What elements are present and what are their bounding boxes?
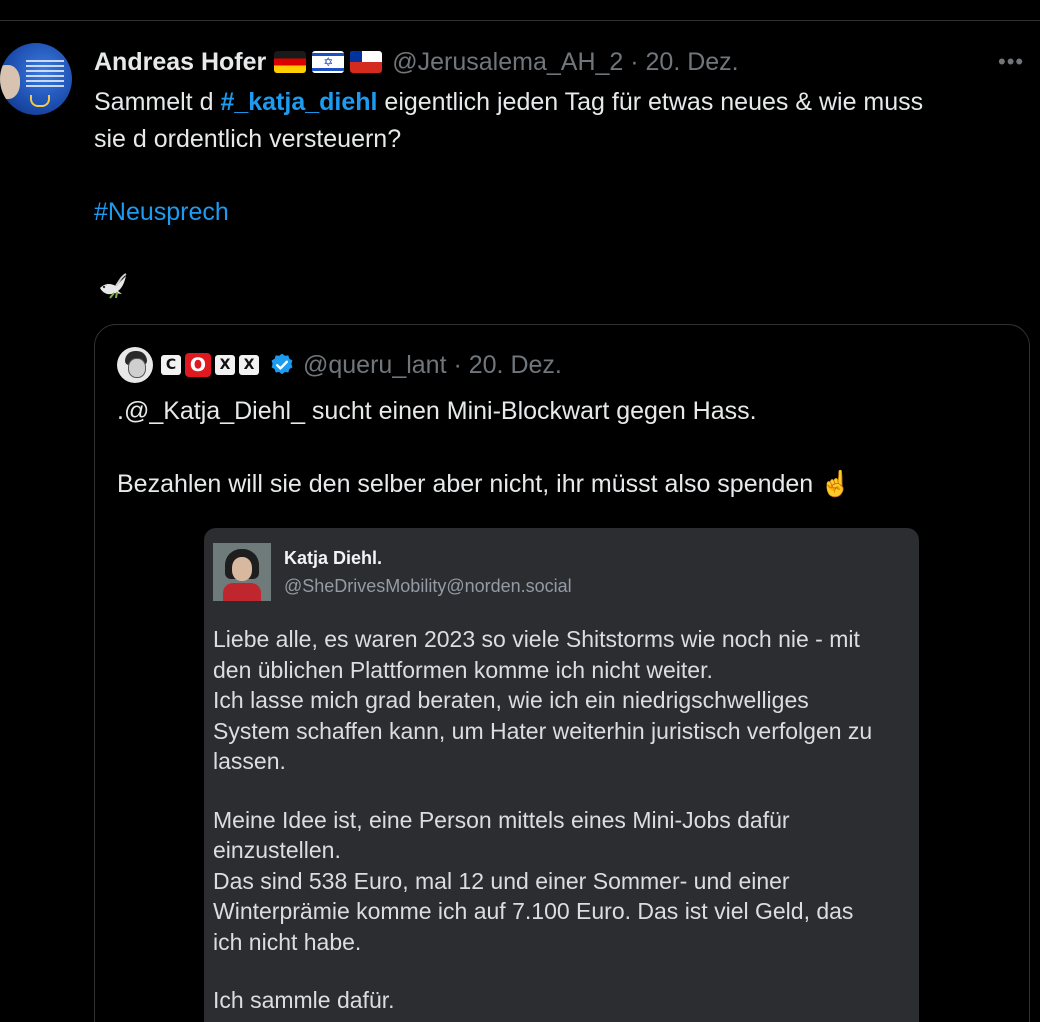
embedded-line: lassen. [213, 748, 286, 774]
flag-chile-icon [350, 51, 383, 73]
embedded-line: Das sind 538 Euro, mal 12 und einer Somm… [213, 867, 790, 894]
tweet-header: Andreas Hofer ✡ @Jerusalema_AH_2 · 20. D… [94, 44, 739, 80]
name-badge-c: C [161, 355, 181, 375]
timeline: Andreas Hofer ✡ @Jerusalema_AH_2 · 20. D… [0, 0, 1040, 1022]
embedded-line: ich nicht habe. [213, 928, 362, 955]
pointing-up-icon: ☝️ [820, 470, 852, 498]
embedded-line: Winterprämie komme ich auf 7.100 Euro. D… [213, 898, 854, 924]
quoted-tweet-header: C O X X @queru_lant · 20. Dez. [161, 347, 562, 383]
tweet-text-part: Sammelt d [94, 88, 221, 116]
tweet-text: Sammelt d #_katja_diehl eigentlich jeden… [94, 84, 1024, 158]
hashtag-link[interactable]: #_katja_diehl [220, 88, 377, 116]
quoted-author-avatar[interactable] [117, 347, 153, 383]
embedded-line: Ich sammle dafür. [213, 987, 395, 1013]
embedded-line: System schaffen kann, um Hater weiterhin… [213, 717, 873, 744]
embedded-line: Meine Idee ist, eine Person mittels eine… [213, 806, 790, 833]
embedded-text: Liebe alle, es waren 2023 so viele Shits… [213, 624, 913, 1016]
name-badge-x: X [239, 355, 259, 375]
quoted-handle-date[interactable]: @queru_lant · 20. Dez. [303, 351, 562, 380]
author-handle-date[interactable]: @Jerusalema_AH_2 · 20. Dez. [392, 48, 738, 77]
embedded-name: Katja Diehl. [284, 548, 383, 568]
quoted-tweet-text: .@_Katja_Diehl_ sucht einen Mini-Blockwa… [117, 393, 1007, 503]
author-name[interactable]: Andreas Hofer [94, 48, 266, 77]
dove-icon [100, 273, 127, 299]
name-badge-x: X [215, 355, 235, 375]
flag-germany-icon [274, 51, 307, 73]
more-options-icon[interactable]: ••• [998, 50, 1028, 74]
author-avatar[interactable] [0, 43, 72, 115]
name-badge-o: O [185, 353, 211, 377]
embedded-line: Ich lasse mich grad beraten, wie ich ein… [213, 687, 809, 713]
hashtag-link[interactable]: #Neusprech [94, 194, 229, 231]
embedded-avatar [213, 543, 271, 601]
tweet-text-line: sie d ordentlich versteuern? [94, 125, 402, 153]
embedded-screenshot[interactable]: Katja Diehl. @SheDrivesMobility@norden.s… [204, 528, 919, 1022]
quoted-tweet[interactable]: C O X X @queru_lant · 20. Dez. .@_Katja_… [94, 324, 1030, 1022]
tweet-text-part: eigentlich jeden Tag für etwas neues & w… [377, 88, 924, 116]
flag-israel-icon: ✡ [312, 51, 345, 73]
quoted-text-line: .@_Katja_Diehl_ sucht einen Mini-Blockwa… [117, 397, 757, 425]
verified-badge-icon [271, 353, 293, 375]
quoted-text-line: Bezahlen will sie den selber aber nicht,… [117, 470, 814, 498]
embedded-line: den üblichen Plattformen komme ich nicht… [213, 656, 713, 683]
flag-emojis: ✡ [274, 51, 383, 73]
embedded-line: einzustellen. [213, 837, 341, 863]
divider [0, 20, 1040, 21]
embedded-line: Liebe alle, es waren 2023 so viele Shits… [213, 626, 860, 652]
embedded-handle: @SheDrivesMobility@norden.social [284, 576, 572, 596]
